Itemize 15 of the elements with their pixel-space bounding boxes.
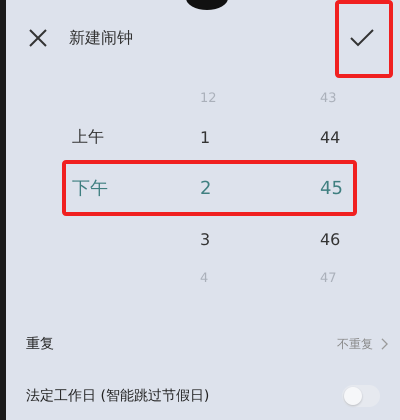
hour-option[interactable]: 1 <box>200 128 210 146</box>
toggle-switch[interactable] <box>342 385 380 407</box>
setting-value[interactable]: 不重复 <box>337 336 373 352</box>
minute-option[interactable]: 44 <box>320 128 340 146</box>
setting-label: 法定工作日 (智能跳过节假日) <box>26 387 210 405</box>
hour-option[interactable]: 2 <box>200 178 212 198</box>
period-option[interactable]: 上午 <box>72 126 104 146</box>
checkmark-icon[interactable] <box>350 29 374 47</box>
minute-option[interactable]: 45 <box>320 178 343 198</box>
close-icon[interactable] <box>28 28 48 48</box>
period-option[interactable]: 下午 <box>72 178 108 199</box>
hour-option[interactable]: 3 <box>200 230 210 248</box>
page-title: 新建闹钟 <box>69 28 134 48</box>
setting-label: 重复 <box>26 335 55 353</box>
minute-option[interactable]: 46 <box>320 230 340 248</box>
